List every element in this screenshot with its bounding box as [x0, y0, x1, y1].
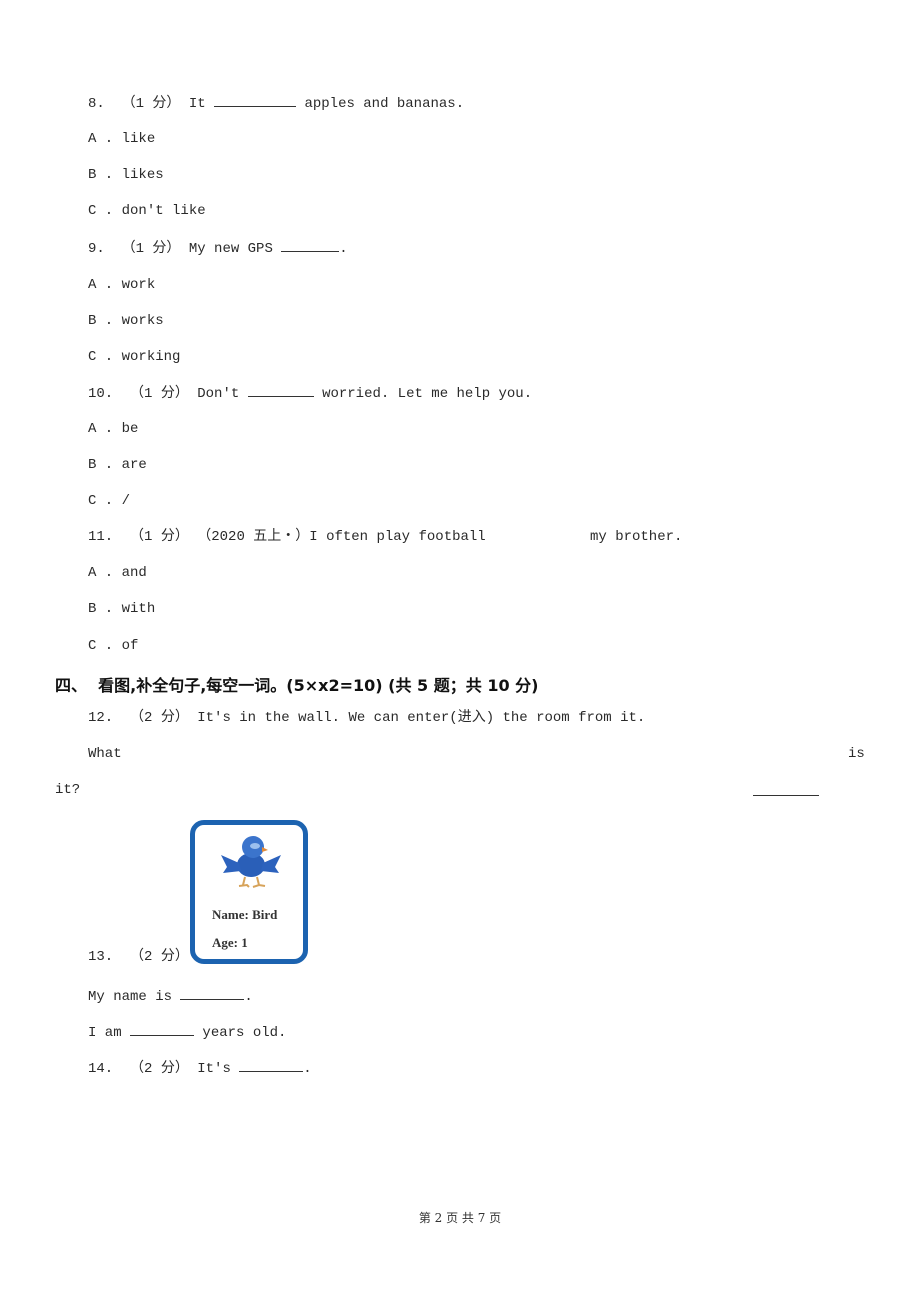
question-12-it: it?: [55, 782, 81, 798]
option-a[interactable]: A . and: [88, 564, 147, 582]
question-13-line1: My name is .: [88, 987, 253, 1005]
question-score: （1 分）: [121, 241, 181, 257]
option-c[interactable]: C . /: [88, 492, 130, 510]
answer-blank[interactable]: [180, 987, 245, 1000]
option-a[interactable]: A . be: [88, 420, 138, 438]
page-number-footer: 第 2 页 共 7 页: [418, 1211, 502, 1225]
bird-icon: [221, 836, 281, 888]
question-12-is: is: [848, 746, 865, 762]
question-score: （2 分）: [130, 949, 189, 965]
question-score: （1 分）: [121, 96, 181, 112]
card-name-label: Name: Bird: [212, 907, 278, 922]
question-11-stem-end: my brother.: [590, 529, 683, 545]
question-number: 10.: [88, 386, 114, 402]
question-11-stem: 11. （1 分） （2020 五上・）I often play footbal…: [88, 529, 486, 545]
question-10-stem: 10. （1 分） Don't worried. Let me help you…: [88, 384, 533, 402]
question-14-stem: 14. （2 分） It's .: [88, 1059, 312, 1077]
option-c[interactable]: C . don't like: [88, 202, 206, 220]
question-number: 8.: [88, 96, 105, 112]
card-age-label: Age: 1: [212, 935, 248, 950]
option-b[interactable]: B . with: [88, 600, 155, 618]
question-score: （2 分）: [130, 710, 189, 726]
section-heading: 四、 看图,补全句子,每空一词。(5×x2=10) (共 5 题；共 10 分): [55, 676, 539, 695]
question-source: （2020 五上・）: [197, 529, 310, 545]
answer-blank[interactable]: [753, 795, 819, 796]
question-number: 14.: [88, 1061, 114, 1077]
answer-blank[interactable]: [214, 94, 297, 107]
answer-blank[interactable]: [239, 1059, 304, 1072]
question-number: 12.: [88, 710, 114, 726]
question-12-stem: 12. （2 分） It's in the wall. We can enter…: [88, 710, 646, 726]
option-a[interactable]: A . work: [88, 276, 155, 294]
question-number: 11.: [88, 529, 114, 545]
question-number: 9.: [88, 241, 105, 257]
question-13-line2: I am years old.: [88, 1023, 287, 1041]
question-score: （1 分）: [130, 529, 189, 545]
question-13-label: 13. （2 分）: [88, 948, 189, 966]
question-9-stem: 9. （1 分） My new GPS .: [88, 239, 348, 257]
question-12-what: What: [88, 746, 122, 762]
question-8-stem: 8. （1 分） It apples and bananas.: [88, 94, 465, 112]
answer-blank[interactable]: [130, 1023, 195, 1036]
option-c[interactable]: C . of: [88, 637, 138, 655]
option-b[interactable]: B . works: [88, 312, 164, 330]
option-c[interactable]: C . working: [88, 348, 180, 366]
answer-blank[interactable]: [281, 239, 340, 252]
answer-blank[interactable]: [247, 384, 314, 397]
question-score: （1 分）: [130, 386, 189, 402]
question-score: （2 分）: [130, 1061, 189, 1077]
option-a[interactable]: A . like: [88, 130, 155, 148]
option-b[interactable]: B . are: [88, 456, 147, 474]
option-b[interactable]: B . likes: [88, 166, 164, 184]
bird-name-card: Name: Bird Age: 1: [190, 820, 308, 964]
question-number: 13.: [88, 949, 114, 965]
